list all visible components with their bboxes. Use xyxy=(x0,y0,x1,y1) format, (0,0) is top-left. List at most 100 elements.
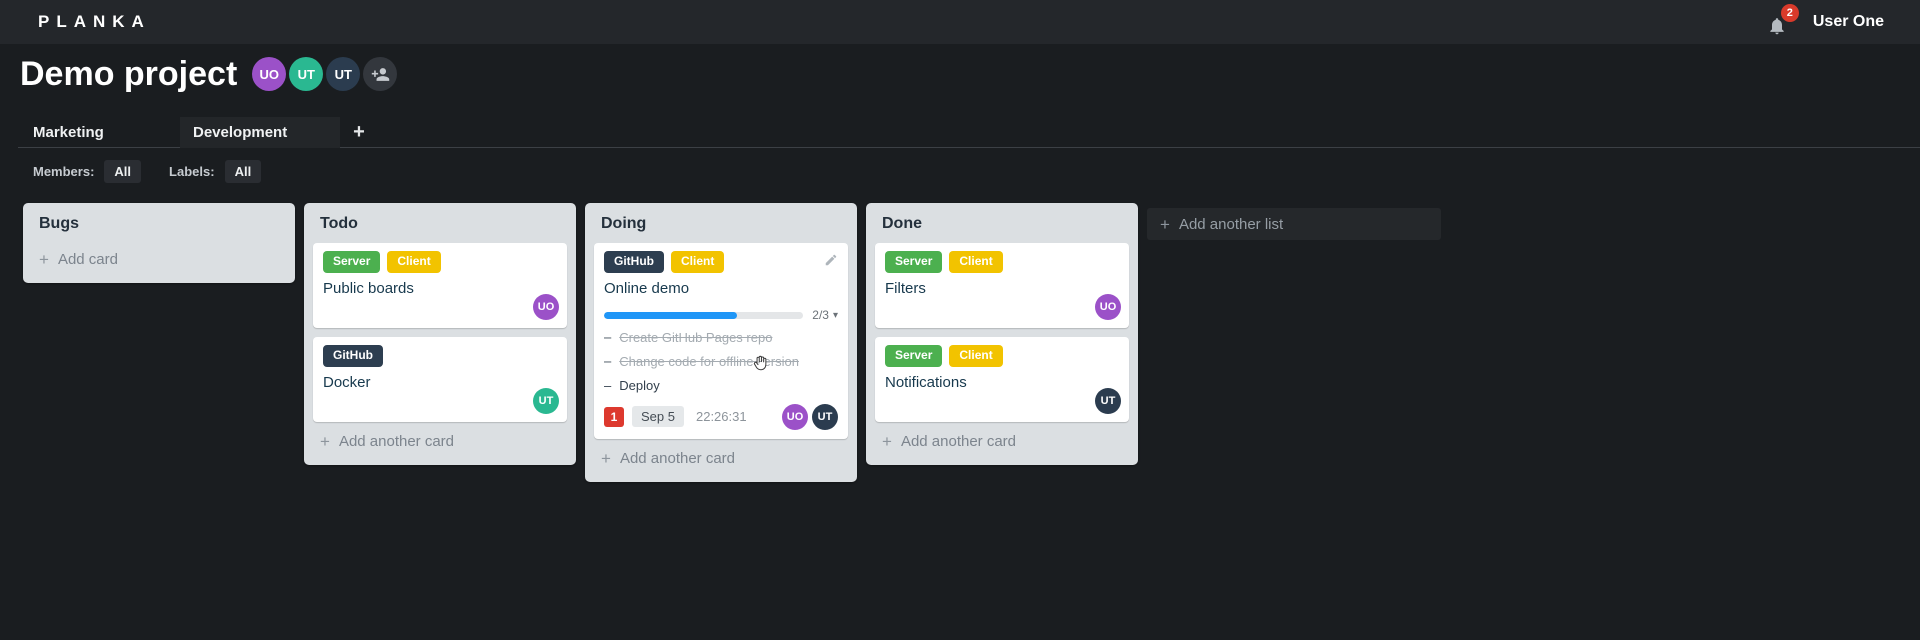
label-server[interactable]: Server xyxy=(885,345,943,367)
label-server[interactable]: Server xyxy=(885,251,943,273)
progress-fill xyxy=(604,311,737,319)
list-done: Done Server Client Filters UO Server Cli… xyxy=(866,203,1138,465)
member-avatar[interactable]: UO xyxy=(1095,294,1121,320)
card-title: Docker xyxy=(323,374,371,391)
card-public-boards[interactable]: Server Client Public boards UO xyxy=(313,243,567,328)
task-text: Deploy xyxy=(619,377,660,393)
project-members: UO UT UT xyxy=(252,57,398,91)
planka-app: PLANKA 2 User One Demo project UO UT UT xyxy=(0,0,1920,640)
tab-development[interactable]: Development xyxy=(180,117,340,148)
filter-bar: Members: All Labels: All xyxy=(33,160,262,183)
add-member-button[interactable] xyxy=(363,57,398,91)
card-labels: Server Client xyxy=(885,345,1119,373)
plus-icon: + xyxy=(882,432,892,451)
pencil-icon xyxy=(825,254,837,266)
member-avatar[interactable]: UO xyxy=(782,403,808,430)
list-todo: Todo Server Client Public boards UO GitH… xyxy=(304,203,576,465)
task-dash-icon: – xyxy=(604,377,612,393)
card-members: UT xyxy=(533,388,559,414)
card-stats: 1 Sep 5 22:26:31 UO UT xyxy=(604,403,838,430)
card-members: UO xyxy=(533,294,559,320)
task-item: – Change code for offline version xyxy=(604,354,838,371)
planka-logo[interactable]: PLANKA xyxy=(38,12,151,32)
due-date-badge[interactable]: Sep 5 xyxy=(632,406,684,428)
board: Bugs + Add card Todo Server Client Publi… xyxy=(23,203,1920,482)
add-board-button[interactable]: + xyxy=(340,117,378,147)
label-github[interactable]: GitHub xyxy=(604,251,664,273)
task-item: – Create GitHub Pages repo xyxy=(604,330,838,347)
list-title[interactable]: Todo xyxy=(304,203,576,240)
add-list-label: Add another list xyxy=(1178,215,1284,233)
member-avatar[interactable]: UT xyxy=(533,388,559,414)
tab-marketing[interactable]: Marketing xyxy=(18,117,180,147)
card-labels: GitHub Client xyxy=(604,251,838,279)
card-labels: Server Client xyxy=(323,251,557,279)
labels-filter-label: Labels: xyxy=(169,164,215,179)
plus-icon: + xyxy=(1160,214,1170,234)
member-avatar[interactable]: UT xyxy=(1095,388,1121,414)
label-github[interactable]: GitHub xyxy=(323,345,383,367)
top-bar: PLANKA 2 User One xyxy=(0,0,1920,44)
task-text: Create GitHub Pages repo xyxy=(619,330,773,345)
label-client[interactable]: Client xyxy=(949,251,1003,273)
plus-icon: + xyxy=(39,250,49,269)
label-client[interactable]: Client xyxy=(949,345,1003,367)
task-text: Change code for offline version xyxy=(619,353,799,369)
card-title: Notifications xyxy=(885,374,967,391)
notification-badge: 2 xyxy=(1780,4,1799,22)
label-client[interactable]: Client xyxy=(671,251,725,273)
members-filter-value[interactable]: All xyxy=(104,160,142,183)
task-list: – Create GitHub Pages repo – Change code… xyxy=(604,330,838,395)
card-notifications[interactable]: Server Client Notifications UT xyxy=(875,337,1129,422)
plus-icon: + xyxy=(353,120,365,143)
plus-icon: + xyxy=(320,432,330,451)
card-filters[interactable]: Server Client Filters UO xyxy=(875,243,1129,328)
card-members: UO xyxy=(1095,294,1121,320)
list-title[interactable]: Doing xyxy=(585,203,857,240)
cards-container: Server Client Filters UO Server Client N… xyxy=(866,240,1138,422)
list-title[interactable]: Bugs xyxy=(23,203,295,240)
label-client[interactable]: Client xyxy=(387,251,441,273)
add-card-button[interactable]: + Add card xyxy=(23,240,295,280)
plus-icon: + xyxy=(601,448,611,468)
task-item: – Deploy xyxy=(604,378,838,395)
add-card-button[interactable]: + Add another card xyxy=(866,422,1138,462)
card-title: Public boards xyxy=(323,280,414,297)
card-notification-badge: 1 xyxy=(604,406,624,427)
cards-container: GitHub Client Online demo 2/3 ▾ – Create… xyxy=(585,240,857,439)
cards-container: Server Client Public boards UO GitHub Do… xyxy=(304,240,576,422)
add-card-button[interactable]: + Add another card xyxy=(585,439,857,479)
member-avatar[interactable]: UT xyxy=(326,57,361,91)
project-header: Demo project UO UT UT xyxy=(20,52,398,96)
list-title[interactable]: Done xyxy=(866,203,1138,240)
card-title: Online demo xyxy=(604,280,690,297)
notifications-button[interactable]: 2 xyxy=(1767,4,1799,35)
card-docker[interactable]: GitHub Docker UT xyxy=(313,337,567,422)
progress-label[interactable]: 2/3 ▾ xyxy=(812,308,838,322)
progress-count: 2/3 xyxy=(812,308,829,322)
labels-filter-value[interactable]: All xyxy=(224,160,262,183)
card-labels: Server Client xyxy=(885,251,1119,279)
person-add-icon xyxy=(371,67,389,81)
card-members: UO UT xyxy=(782,403,838,430)
card-members: UT xyxy=(1095,388,1121,414)
member-avatar[interactable]: UT xyxy=(812,403,838,430)
card-title: Filters xyxy=(885,280,926,297)
add-card-label: Add another card xyxy=(900,433,1017,450)
list-bugs: Bugs + Add card xyxy=(23,203,295,283)
board-tabs: Marketing Development + xyxy=(18,117,378,148)
card-online-demo[interactable]: GitHub Client Online demo 2/3 ▾ – Create… xyxy=(594,243,848,439)
user-menu[interactable]: User One xyxy=(1813,13,1884,31)
member-avatar[interactable]: UO xyxy=(533,294,559,320)
edit-card-button[interactable] xyxy=(824,253,838,272)
label-server[interactable]: Server xyxy=(323,251,381,273)
add-card-button[interactable]: + Add another card xyxy=(304,422,576,462)
card-labels: GitHub xyxy=(323,345,557,373)
list-doing: Doing GitHub Client Online demo 2/3 ▾ – … xyxy=(585,203,857,482)
tasks-progress: 2/3 ▾ xyxy=(604,308,838,322)
add-list-button[interactable]: + Add another list xyxy=(1147,208,1441,240)
member-avatar[interactable]: UO xyxy=(252,57,287,91)
timer-label[interactable]: 22:26:31 xyxy=(696,409,747,424)
member-avatar[interactable]: UT xyxy=(289,57,324,91)
project-title[interactable]: Demo project xyxy=(20,52,237,96)
